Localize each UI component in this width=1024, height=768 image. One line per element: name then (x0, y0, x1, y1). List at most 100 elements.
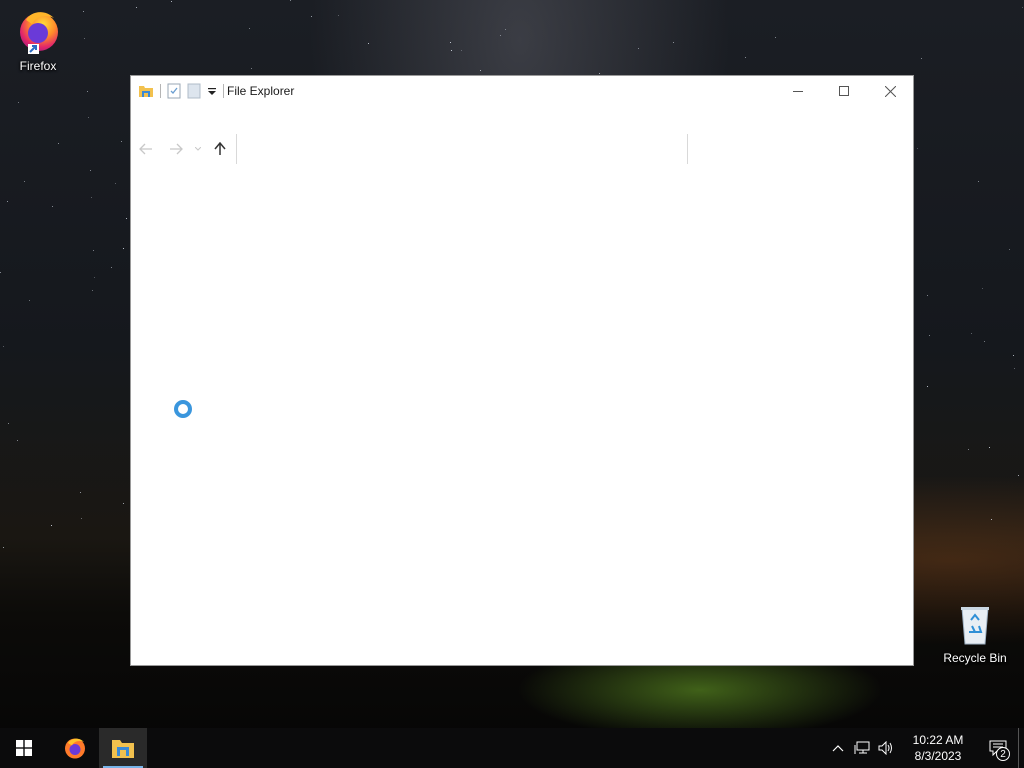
star (126, 218, 127, 219)
star (638, 48, 639, 49)
star (58, 143, 59, 144)
desktop-icon-label: Recycle Bin (943, 651, 1007, 665)
folder-icon[interactable] (138, 83, 154, 99)
star (500, 35, 501, 36)
star (24, 181, 25, 182)
forward-button[interactable] (161, 134, 191, 164)
star (80, 492, 81, 493)
show-hidden-icons-button[interactable] (826, 728, 850, 768)
star (1014, 368, 1015, 369)
new-folder-icon[interactable] (187, 83, 201, 99)
star (968, 449, 969, 450)
star (87, 91, 88, 92)
customize-dropdown-icon[interactable] (207, 83, 217, 99)
star (93, 250, 94, 251)
close-button[interactable] (867, 76, 913, 106)
firefox-icon (20, 12, 58, 54)
star (81, 518, 82, 519)
star (51, 525, 52, 526)
up-arrow-icon (214, 142, 226, 155)
recycle-bin-icon (961, 607, 989, 645)
volume-icon (878, 741, 892, 755)
star (917, 148, 918, 149)
minimize-button[interactable] (775, 76, 821, 106)
file-explorer-icon (112, 740, 134, 758)
star (115, 183, 116, 184)
window-controls (775, 76, 913, 106)
star (251, 68, 252, 69)
recent-locations-button[interactable] (191, 134, 205, 164)
desktop-icon-label: Firefox (19, 59, 57, 73)
close-icon (884, 85, 896, 97)
navigation-bar (131, 134, 913, 164)
star (311, 16, 312, 17)
star (84, 38, 85, 39)
taskbar-firefox[interactable] (51, 728, 99, 768)
star (745, 57, 746, 58)
up-button[interactable] (205, 134, 235, 164)
star (984, 341, 985, 342)
star (971, 333, 972, 334)
loading-spinner-icon (174, 400, 192, 418)
star (991, 519, 992, 520)
star (249, 28, 250, 29)
star (3, 346, 4, 347)
toolbar-separator (160, 84, 161, 98)
address-bar-right-edge (687, 134, 688, 164)
star (7, 201, 8, 202)
start-button[interactable] (0, 728, 48, 768)
properties-icon[interactable] (167, 83, 181, 99)
back-arrow-icon (139, 143, 152, 155)
star (1013, 355, 1014, 356)
star (450, 42, 451, 43)
desktop-icon-recycle-bin[interactable]: Recycle Bin (937, 602, 1013, 665)
star (90, 170, 91, 171)
star (978, 181, 979, 182)
maximize-icon (839, 86, 849, 96)
network-icon (854, 741, 870, 754)
star (989, 447, 990, 448)
star (92, 290, 93, 291)
star (290, 0, 291, 1)
star (52, 206, 53, 207)
file-explorer-window[interactable]: File Explorer (130, 75, 914, 666)
star (451, 50, 452, 51)
network-button[interactable] (850, 728, 874, 768)
show-desktop-button[interactable] (1018, 728, 1024, 768)
star (599, 73, 600, 74)
star (775, 37, 776, 38)
firefox-icon (65, 738, 85, 759)
window-title: File Explorer (227, 84, 295, 98)
star (88, 117, 89, 118)
star (338, 15, 339, 16)
star (927, 386, 928, 387)
star (480, 70, 481, 71)
action-center-button[interactable]: 2 (978, 728, 1018, 768)
maximize-button[interactable] (821, 76, 867, 106)
star (368, 43, 369, 44)
star (123, 503, 124, 504)
address-bar-left-edge (236, 134, 237, 164)
clock[interactable]: 10:22 AM 8/3/2023 (898, 732, 978, 764)
star (17, 440, 18, 441)
clock-date: 8/3/2023 (914, 749, 962, 763)
volume-button[interactable] (874, 728, 898, 768)
back-button[interactable] (131, 134, 161, 164)
toolbar-separator (223, 84, 224, 98)
star (921, 58, 922, 59)
star (18, 102, 19, 103)
star (461, 50, 462, 51)
desktop-icon-firefox[interactable]: Firefox (0, 6, 76, 73)
clock-time: 10:22 AM (912, 733, 964, 747)
taskbar-file-explorer[interactable] (99, 728, 147, 768)
chevron-up-icon (832, 745, 844, 752)
start-icon (16, 740, 32, 756)
star (1018, 475, 1019, 476)
star (83, 11, 84, 12)
system-tray: 10:22 AM 8/3/2023 2 (826, 728, 1024, 768)
star (8, 423, 9, 424)
star (91, 197, 92, 198)
title-bar[interactable]: File Explorer (131, 76, 913, 106)
star (3, 547, 4, 548)
recent-locations-chevron-icon (195, 147, 201, 151)
